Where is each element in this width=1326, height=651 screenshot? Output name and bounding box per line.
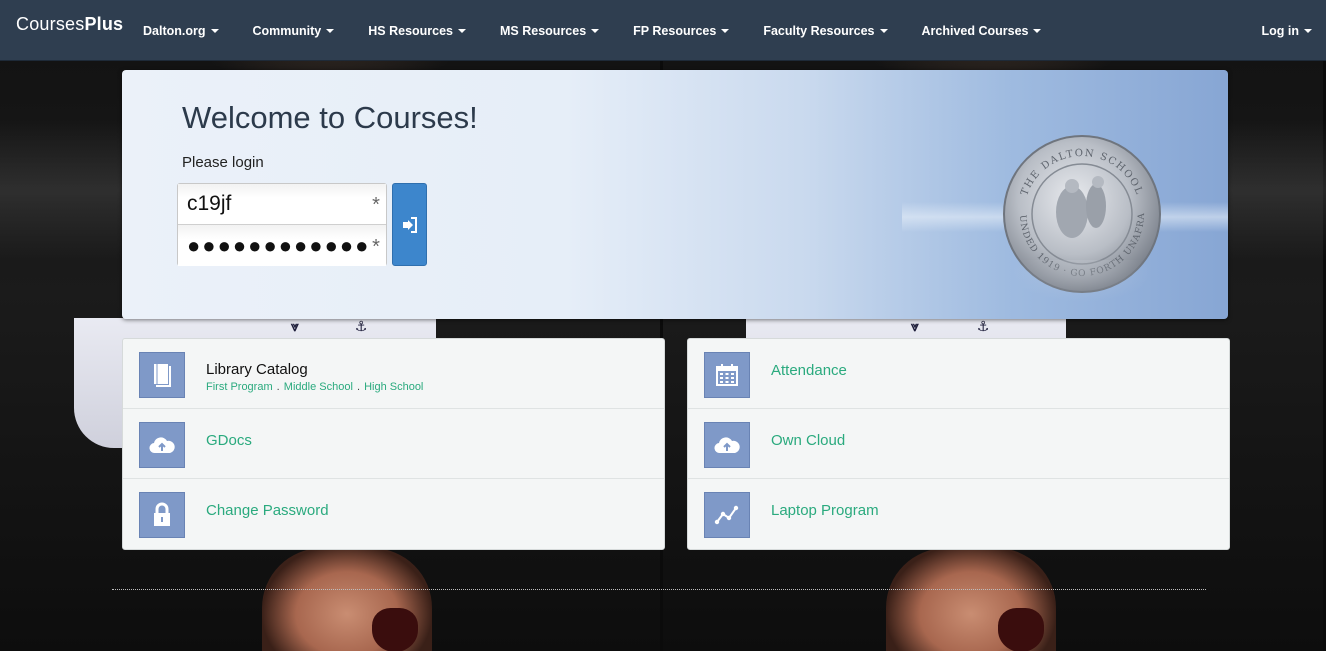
list-item-library-catalog: Library Catalog First Program . Middle S… [123, 339, 664, 409]
caret-down-icon [591, 28, 600, 33]
list-item-own-cloud[interactable]: Own Cloud [688, 409, 1229, 479]
list-item-laptop-program[interactable]: Laptop Program [688, 479, 1229, 549]
sign-in-icon [402, 216, 417, 233]
gdocs-link[interactable]: GDocs [206, 432, 252, 449]
change-password-link[interactable]: Change Password [206, 502, 329, 519]
login-form: * * [177, 183, 387, 266]
page-title: Welcome to Courses! [182, 100, 478, 135]
cloud-upload-icon [149, 437, 175, 454]
seal-reflection [1002, 260, 1162, 319]
brand-logo[interactable]: CoursesPlus [16, 14, 123, 35]
username-input[interactable] [178, 184, 386, 225]
brand-text-light: Courses [16, 14, 85, 34]
nav-item-label: Archived Courses [921, 23, 1029, 38]
login-jumbotron: Welcome to Courses! Please login * * THE… [122, 70, 1228, 319]
shirt-logo: ⩔ [911, 318, 919, 334]
list-item-attendance[interactable]: Attendance [688, 339, 1229, 409]
laptop-program-link[interactable]: Laptop Program [771, 502, 879, 519]
list-item-change-password[interactable]: Change Password [123, 479, 664, 549]
nav-item-label: Faculty Resources [763, 23, 875, 38]
nav-item-label: Community [252, 23, 322, 38]
library-catalog-tile[interactable] [139, 352, 185, 398]
footer-divider [112, 589, 1206, 590]
laptop-program-tile[interactable] [704, 492, 750, 538]
login-prompt: Please login [182, 154, 264, 171]
nav-item-dalton-org[interactable]: Dalton.org [126, 0, 236, 61]
caret-down-icon [721, 28, 730, 33]
list-item-gdocs[interactable]: GDocs [123, 409, 664, 479]
library-catalog-label: Library Catalog [206, 361, 308, 378]
sublink-first-program[interactable]: First Program [206, 381, 273, 393]
calendar-icon [716, 364, 738, 386]
caret-down-icon [326, 28, 335, 33]
change-password-tile[interactable] [139, 492, 185, 538]
separator-dot: . [353, 381, 364, 393]
sublink-middle-school[interactable]: Middle School [284, 381, 353, 393]
library-catalog-sublinks: First Program . Middle School . High Sch… [206, 381, 423, 393]
links-panel-left: Library Catalog First Program . Middle S… [122, 338, 665, 550]
background-mouth [372, 608, 418, 651]
gdocs-tile[interactable] [139, 422, 185, 468]
nav-item-faculty-resources[interactable]: Faculty Resources [746, 0, 904, 61]
nav-item-label: Dalton.org [143, 23, 206, 38]
cloud-upload-icon [714, 437, 740, 454]
links-panel-right: Attendance Own Cloud Laptop Program [687, 338, 1230, 550]
own-cloud-link[interactable]: Own Cloud [771, 432, 845, 449]
nav-item-hs-resources[interactable]: HS Resources [351, 0, 483, 61]
line-chart-icon [714, 505, 739, 525]
nav-login-label: Log in [1261, 23, 1300, 38]
shirt-crest: ⚓ [976, 318, 990, 334]
top-navbar: CoursesPlus Dalton.org Community HS Reso… [0, 0, 1326, 61]
required-asterisk-icon: * [372, 236, 380, 258]
lock-icon [154, 502, 170, 526]
caret-down-icon [1033, 28, 1042, 33]
caret-down-icon [458, 28, 467, 33]
password-input[interactable] [178, 225, 386, 266]
shirt-logo: ⩔ [291, 318, 299, 334]
nav-item-label: MS Resources [500, 23, 587, 38]
nav-item-fp-resources[interactable]: FP Resources [616, 0, 746, 61]
sublink-high-school[interactable]: High School [364, 381, 423, 393]
login-submit-button[interactable] [392, 183, 427, 266]
nav-item-ms-resources[interactable]: MS Resources [483, 0, 616, 61]
background-mouth [998, 608, 1044, 651]
nav-item-community[interactable]: Community [236, 0, 352, 61]
caret-down-icon [879, 28, 888, 33]
caret-down-icon [210, 28, 219, 33]
required-asterisk-icon: * [372, 194, 380, 216]
own-cloud-tile[interactable] [704, 422, 750, 468]
nav-login-dropdown[interactable]: Log in [1261, 0, 1312, 61]
shirt-crest: ⚓ [354, 318, 368, 334]
nav-menu: Dalton.org Community HS Resources MS Res… [126, 0, 1058, 61]
nav-item-label: HS Resources [368, 23, 454, 38]
attendance-tile[interactable] [704, 352, 750, 398]
separator-dot: . [273, 381, 283, 393]
caret-down-icon [1304, 28, 1312, 33]
book-icon [154, 364, 171, 387]
nav-item-archived-courses[interactable]: Archived Courses [905, 0, 1059, 61]
brand-text-bold: Plus [84, 14, 124, 34]
nav-item-label: FP Resources [633, 23, 717, 38]
attendance-link[interactable]: Attendance [771, 362, 847, 379]
